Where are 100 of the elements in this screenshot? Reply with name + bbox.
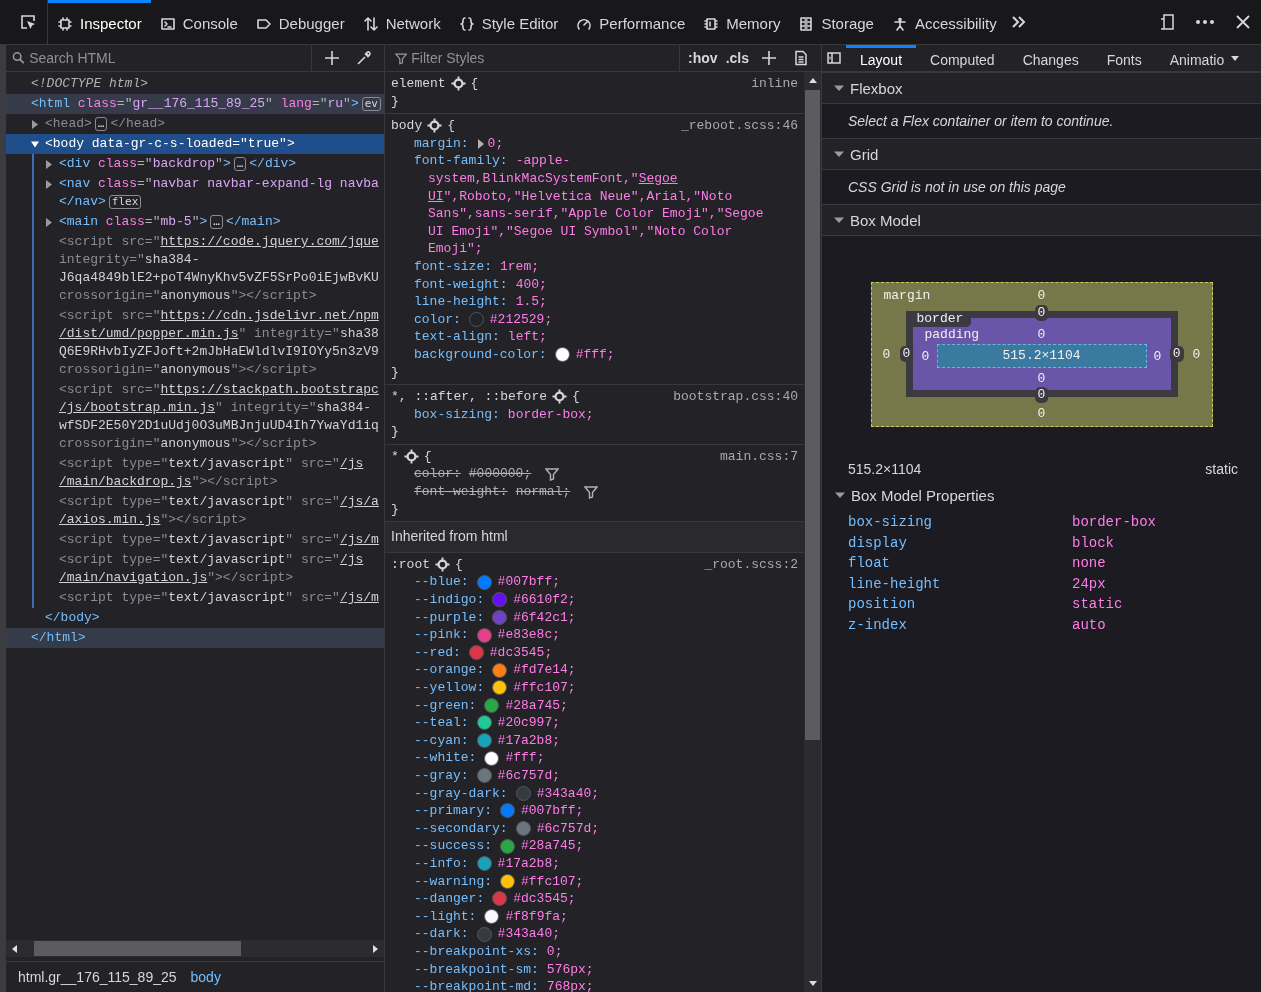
color-swatch[interactable] [484, 750, 500, 766]
box-value[interactable]: 0 [1189, 346, 1204, 362]
property-value[interactable]: 768px; [546, 978, 594, 992]
property-value[interactable]: normal; [515, 483, 571, 501]
property-name[interactable]: text-align: [414, 328, 500, 346]
property-name[interactable]: --red: [414, 643, 461, 662]
property-name[interactable]: --breakpoint-xs: [414, 942, 539, 961]
property-value[interactable]: #fff; [505, 749, 545, 767]
tree-row[interactable]: <html class="gr__176_115_89_25" lang="ru"> ev [6, 94, 384, 114]
box-value[interactable]: 0 [879, 346, 894, 362]
property-value[interactable]: none [1072, 555, 1261, 571]
property-name[interactable]: --light: [414, 907, 477, 926]
color-swatch[interactable] [476, 715, 492, 731]
property-value[interactable]: #17a2b8; [497, 731, 561, 750]
section-header[interactable]: Box Model [822, 204, 1261, 236]
color-swatch[interactable] [476, 733, 492, 749]
filter-field[interactable]: Filter Styles [385, 45, 681, 71]
color-swatch[interactable] [492, 891, 508, 907]
property-name[interactable]: box-sizing: [414, 405, 500, 424]
node-badge[interactable]: … [94, 117, 108, 131]
source-link[interactable]: main.css:7 [720, 447, 798, 466]
breadcrumb[interactable]: html.gr__176_115_89_25 [18, 969, 177, 985]
box-value[interactable]: 0 [918, 348, 933, 364]
sidebar-tab[interactable]: Computed [916, 45, 1009, 71]
property-value[interactable]: -apple- [515, 152, 571, 170]
twisty-icon[interactable] [835, 490, 845, 500]
source-link[interactable]: _reboot.scss:46 [680, 117, 798, 135]
devtools-tab[interactable]: Performance [567, 0, 695, 44]
property-value[interactable]: UI",Roboto,"Helvetica Neue",Arial,"Noto [428, 188, 733, 204]
add-icon[interactable] [324, 50, 340, 66]
scrollbar[interactable] [6, 940, 384, 957]
scrollbar[interactable] [804, 72, 821, 992]
section-header[interactable]: Grid [822, 138, 1261, 170]
property-name[interactable]: --white: [414, 749, 477, 767]
color-swatch[interactable] [476, 856, 492, 872]
color-swatch[interactable] [554, 347, 570, 363]
property-value[interactable]: #212529; [489, 310, 553, 329]
property-value[interactable]: Sans",sans-serif,"Apple Color Emoji","Segoe [428, 206, 764, 222]
box-value[interactable]: 0 [1034, 387, 1049, 403]
property-value[interactable]: auto [1072, 616, 1261, 633]
node-badge[interactable]: … [210, 215, 223, 229]
property-name[interactable]: --pink: [414, 626, 469, 644]
scroll-right-icon[interactable] [370, 943, 380, 954]
property-value[interactable]: #ffc107; [521, 872, 584, 891]
property-value[interactable]: border-box; [507, 405, 594, 424]
scroll-up-icon[interactable] [807, 76, 818, 86]
property-value[interactable]: #17a2b8; [497, 854, 561, 873]
breadcrumb[interactable]: body [190, 969, 221, 985]
property-value[interactable]: #e83e8c; [497, 626, 561, 644]
property-name[interactable]: --teal: [414, 714, 469, 732]
property-value[interactable]: #6f42c1; [513, 608, 576, 627]
property-value[interactable]: #dc3545; [489, 643, 553, 662]
property-name[interactable]: font-weight: [414, 483, 508, 501]
property-name[interactable]: --gray: [414, 766, 469, 785]
property-value[interactable]: block [1072, 534, 1261, 551]
toggle-button[interactable]: .cls [725, 50, 749, 66]
property-value[interactable]: 24px [1072, 575, 1261, 592]
scrollbar-thumb[interactable] [34, 941, 241, 956]
color-swatch[interactable] [492, 680, 508, 696]
property-value[interactable]: #6c757d; [497, 766, 561, 785]
expand-icon[interactable] [476, 138, 485, 149]
color-swatch[interactable] [476, 627, 492, 643]
property-name[interactable]: background-color: [414, 345, 547, 364]
color-swatch[interactable] [476, 574, 492, 590]
tree-row[interactable]: </html> [6, 628, 384, 648]
devtools-tab[interactable]: Inspector [48, 0, 151, 44]
color-swatch[interactable] [484, 697, 500, 713]
property-value[interactable]: #6c757d; [536, 819, 600, 838]
toggle-button[interactable]: :hov [688, 50, 718, 66]
color-swatch[interactable] [500, 838, 515, 854]
source-link[interactable]: _root.scss:2 [704, 555, 798, 574]
property-name[interactable]: --breakpoint-sm: [414, 960, 539, 979]
property-value[interactable]: 400; [515, 275, 547, 294]
property-value[interactable]: #343a40; [497, 925, 561, 943]
twisty-icon[interactable] [31, 120, 40, 129]
property-value[interactable]: system,BlinkMacSystemFont,"Segoe [428, 170, 678, 186]
property-value[interactable]: #343a40; [536, 784, 600, 803]
twisty-icon[interactable] [45, 180, 54, 189]
property-name[interactable]: --primary: [414, 802, 492, 820]
color-swatch[interactable] [468, 312, 484, 327]
node-badge[interactable]: flex [108, 195, 142, 209]
property-name[interactable]: --breakpoint-md: [414, 978, 539, 992]
scroll-left-icon[interactable] [10, 943, 20, 954]
property-name[interactable]: --dark: [414, 925, 469, 943]
scroll-down-icon[interactable] [807, 978, 818, 988]
property-name[interactable]: font-family: [414, 152, 508, 170]
property-value[interactable]: #dc3545; [513, 890, 576, 908]
devtools-tab[interactable]: Debugger [246, 0, 354, 44]
box-value[interactable]: 0 [1037, 370, 1046, 386]
add-icon[interactable] [761, 50, 777, 66]
filter-icon[interactable] [545, 467, 560, 482]
source-link[interactable]: bootstrap.css:40 [673, 388, 798, 406]
property-value[interactable]: 576px; [546, 960, 594, 979]
property-name[interactable]: --indigo: [414, 591, 485, 609]
property-value[interactable]: UI Emoji","Segoe UI Symbol","Noto Color [428, 223, 733, 239]
node-badge[interactable]: ev [361, 97, 381, 111]
color-swatch[interactable] [515, 821, 531, 837]
property-value[interactable]: #f8f9fa; [505, 907, 568, 926]
devtools-tab[interactable]: Memory [694, 0, 790, 44]
property-name[interactable]: --yellow: [414, 679, 485, 697]
